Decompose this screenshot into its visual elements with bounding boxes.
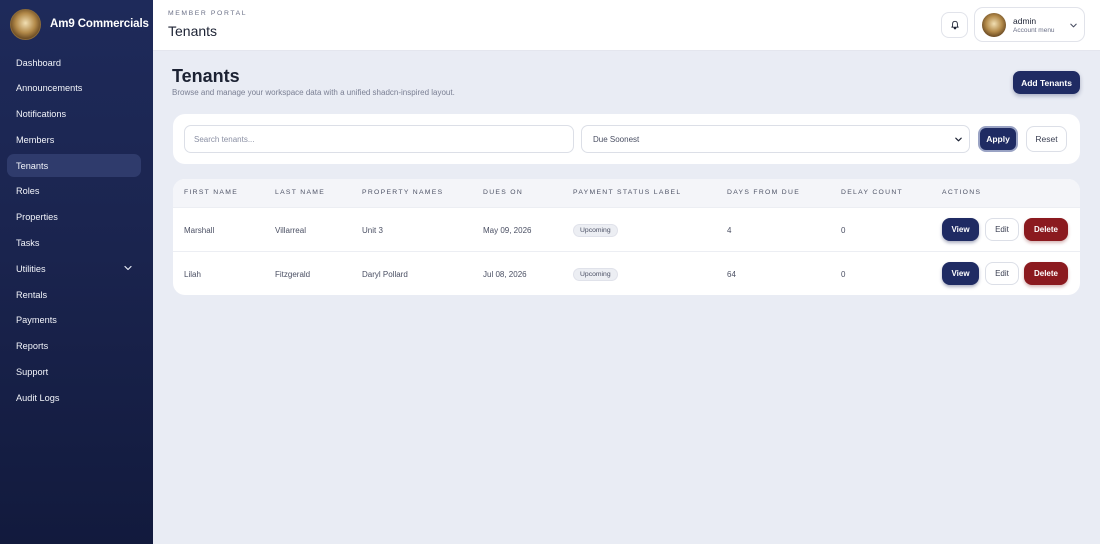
edit-button[interactable]: Edit bbox=[985, 262, 1019, 285]
cell-days-from-due: 64 bbox=[727, 269, 736, 279]
sidebar-item-members[interactable]: Members bbox=[7, 128, 141, 151]
sidebar-item-support[interactable]: Support bbox=[7, 361, 141, 384]
chevron-down-icon bbox=[1070, 23, 1077, 28]
edit-button[interactable]: Edit bbox=[985, 218, 1019, 241]
sidebar-item-label: Roles bbox=[16, 186, 40, 197]
search-input[interactable] bbox=[184, 125, 574, 153]
cell-due-date: May 09, 2026 bbox=[483, 225, 532, 235]
cell-first-name: Marshall bbox=[184, 225, 215, 235]
tenants-table: FIRST NAME LAST NAME PROPERTY NAMES DUES… bbox=[173, 179, 1080, 295]
sidebar-item-tenants[interactable]: Tenants bbox=[7, 154, 141, 178]
sidebar-item-properties[interactable]: Properties bbox=[7, 206, 141, 229]
view-button[interactable]: View bbox=[942, 262, 979, 285]
column-header: PAYMENT STATUS LABEL bbox=[573, 189, 682, 196]
cell-property: Daryl Pollard bbox=[362, 269, 408, 279]
table-header: FIRST NAME LAST NAME PROPERTY NAMES DUES… bbox=[173, 179, 1080, 208]
sidebar-item-announcements[interactable]: Announcements bbox=[7, 77, 141, 100]
cell-last-name: Villarreal bbox=[275, 225, 306, 235]
table-row: Lilah Fitzgerald Daryl Pollard Jul 08, 2… bbox=[173, 252, 1080, 295]
sidebar-item-label: Notifications bbox=[16, 109, 67, 120]
apply-button[interactable]: Apply bbox=[978, 126, 1018, 152]
page-title: Tenants bbox=[172, 66, 240, 86]
cell-last-name: Fitzgerald bbox=[275, 269, 311, 279]
delete-button[interactable]: Delete bbox=[1024, 218, 1068, 241]
sidebar-item-utilities[interactable]: Utilities bbox=[7, 257, 141, 280]
sort-select[interactable]: Due Soonest bbox=[581, 125, 970, 153]
sidebar-item-label: Utilities bbox=[16, 263, 46, 274]
account-menu-button[interactable]: admin Account menu bbox=[974, 7, 1085, 42]
column-header: FIRST NAME bbox=[184, 189, 239, 196]
brand-logo bbox=[10, 8, 41, 40]
view-button[interactable]: View bbox=[942, 218, 979, 241]
table-row: Marshall Villarreal Unit 3 May 09, 2026 … bbox=[173, 208, 1080, 252]
cell-delay-count: 0 bbox=[841, 225, 846, 235]
status-badge: Upcoming bbox=[573, 223, 618, 237]
sidebar-item-payments[interactable]: Payments bbox=[7, 309, 141, 332]
header-title: Tenants bbox=[168, 23, 218, 39]
column-header: DUES ON bbox=[483, 189, 524, 196]
column-header: LAST NAME bbox=[275, 189, 326, 196]
column-header: ACTIONS bbox=[942, 189, 982, 196]
chevron-down-icon bbox=[955, 137, 962, 142]
sidebar-item-label: Support bbox=[16, 367, 49, 378]
delete-button[interactable]: Delete bbox=[1024, 262, 1068, 285]
cell-status: Upcoming bbox=[573, 252, 618, 295]
sidebar-item-label: Tasks bbox=[16, 238, 40, 249]
cell-due-date: Jul 08, 2026 bbox=[483, 269, 527, 279]
sidebar-item-label: Audit Logs bbox=[16, 392, 60, 403]
sidebar-item-reports[interactable]: Reports bbox=[7, 335, 141, 358]
cell-first-name: Lilah bbox=[184, 269, 201, 279]
account-subtitle: Account menu bbox=[1013, 27, 1055, 34]
sidebar-item-label: Tenants bbox=[16, 160, 49, 171]
column-header: DAYS FROM DUE bbox=[727, 189, 801, 196]
cell-property: Unit 3 bbox=[362, 225, 383, 235]
notifications-button[interactable] bbox=[941, 12, 968, 38]
sidebar-item-dashboard[interactable]: Dashboard bbox=[7, 51, 141, 74]
sidebar-item-tasks[interactable]: Tasks bbox=[7, 232, 141, 255]
brand-name: Am9 Commercials bbox=[50, 18, 149, 30]
column-header: DELAY COUNT bbox=[841, 189, 904, 196]
add-tenants-button[interactable]: Add Tenants bbox=[1013, 71, 1080, 94]
sidebar-item-label: Rentals bbox=[16, 289, 48, 300]
sidebar-item-label: Announcements bbox=[16, 83, 83, 94]
cell-days-from-due: 4 bbox=[727, 225, 732, 235]
sidebar-item-label: Reports bbox=[16, 341, 49, 352]
page-subtitle: Browse and manage your workspace data wi… bbox=[172, 88, 455, 97]
bell-icon bbox=[950, 20, 959, 30]
sidebar-item-label: Members bbox=[16, 134, 55, 145]
sidebar-item-label: Properties bbox=[16, 212, 58, 223]
sidebar-item-notifications[interactable]: Notifications bbox=[7, 103, 141, 126]
sidebar-item-label: Payments bbox=[16, 315, 57, 326]
header-eyebrow: MEMBER PORTAL bbox=[168, 10, 248, 17]
brand[interactable]: Am9 Commercials bbox=[0, 0, 153, 48]
avatar bbox=[982, 13, 1006, 37]
filter-card: Due Soonest Apply Reset bbox=[173, 114, 1080, 164]
cell-status: Upcoming bbox=[573, 208, 618, 252]
status-badge: Upcoming bbox=[573, 267, 618, 281]
sidebar: Am9 Commercials Dashboard Announcements … bbox=[0, 0, 153, 544]
account-name: admin bbox=[1013, 16, 1037, 26]
sidebar-item-roles[interactable]: Roles bbox=[7, 180, 141, 203]
sidebar-item-rentals[interactable]: Rentals bbox=[7, 283, 141, 306]
sort-select-value: Due Soonest bbox=[593, 134, 640, 144]
sidebar-nav: Dashboard Announcements Notifications Me… bbox=[0, 51, 153, 409]
chevron-down-icon[interactable] bbox=[123, 263, 133, 273]
column-header: PROPERTY NAMES bbox=[362, 189, 444, 196]
sidebar-item-audit-logs[interactable]: Audit Logs bbox=[7, 386, 141, 409]
sidebar-item-label: Dashboard bbox=[16, 57, 61, 68]
reset-button[interactable]: Reset bbox=[1026, 126, 1067, 152]
cell-delay-count: 0 bbox=[841, 269, 846, 279]
top-header: MEMBER PORTAL Tenants admin Account menu bbox=[153, 0, 1100, 51]
